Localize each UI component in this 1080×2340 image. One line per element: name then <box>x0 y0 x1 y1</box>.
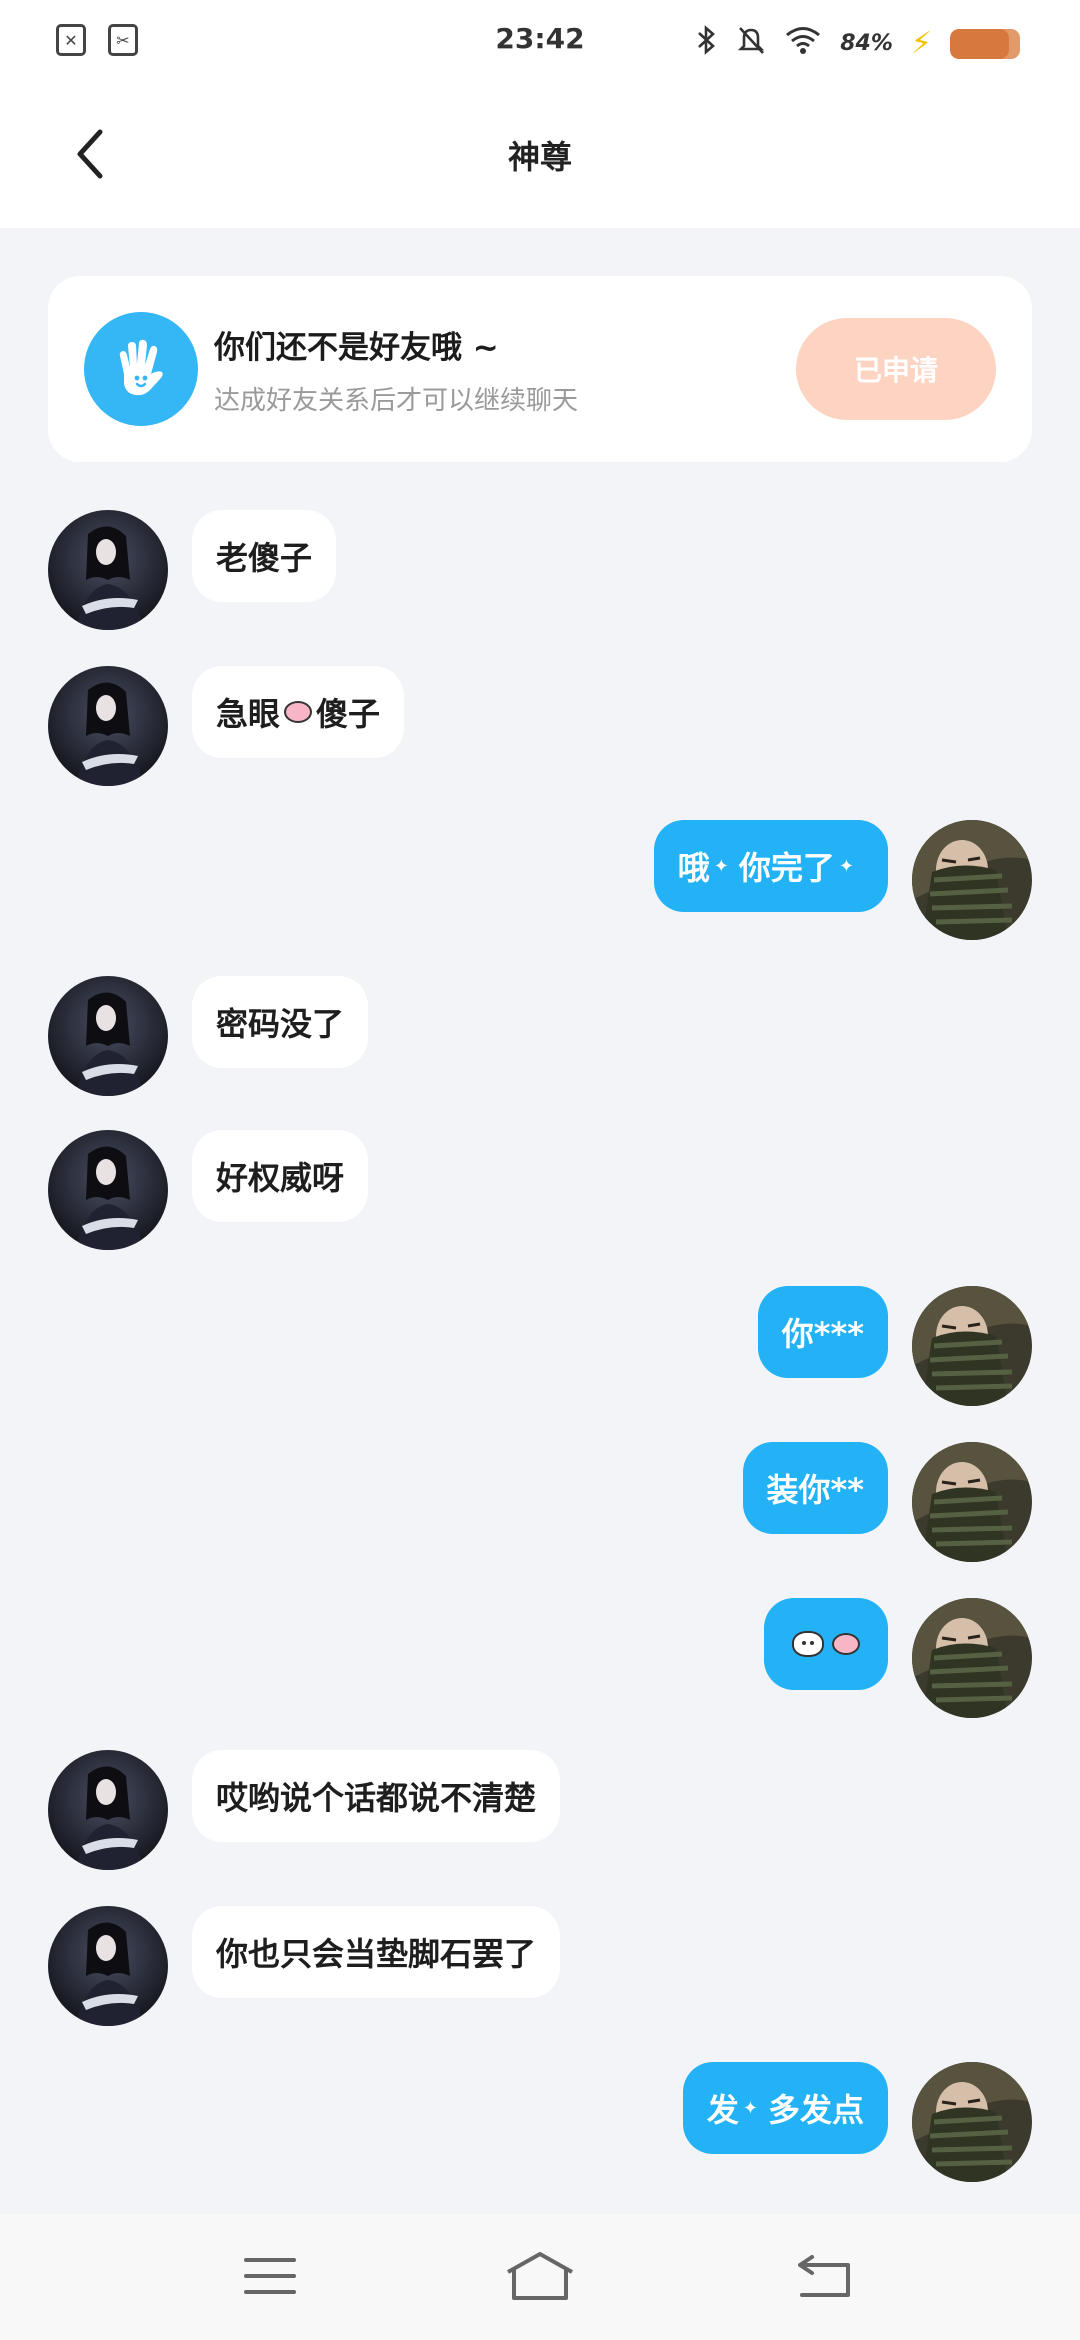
home-button[interactable] <box>500 2244 580 2308</box>
battery-percent: 84% <box>840 31 893 56</box>
sparkle-icon: ✦ <box>838 855 854 877</box>
contact-avatar[interactable] <box>48 1906 168 2026</box>
message-bubble-outgoing[interactable]: 哦 ✦ 你完了 ✦ <box>653 820 888 912</box>
message-bubble-incoming[interactable]: 密码没了 <box>192 976 369 1068</box>
contact-avatar[interactable] <box>48 666 168 786</box>
my-avatar[interactable] <box>912 1286 1032 1406</box>
message-bubble-incoming[interactable]: 哎哟说个话都说不清楚 <box>192 1750 561 1842</box>
my-avatar[interactable] <box>912 1442 1032 1562</box>
home-icon <box>507 2252 573 2300</box>
wave-hand-icon <box>84 312 198 426</box>
sparkle-icon: ✦ <box>742 2097 758 2119</box>
my-avatar[interactable] <box>912 1598 1032 1718</box>
wifi-icon <box>784 25 822 62</box>
charging-icon: ⚡ <box>910 26 932 61</box>
message-text: 你完了 <box>738 849 835 887</box>
contact-avatar[interactable] <box>48 1130 168 1250</box>
my-avatar[interactable] <box>912 2062 1032 2182</box>
message-text: 急眼 <box>216 695 281 733</box>
bluetooth-icon <box>696 24 718 63</box>
chat-header: 神尊 <box>0 84 1080 228</box>
message-text: 哦 <box>677 849 710 887</box>
battery-icon <box>950 28 1020 59</box>
message-text: 你也只会当垫脚石罢了 <box>216 1935 537 1973</box>
mute-icon <box>736 24 766 63</box>
friend-card-title: 你们还不是好友哦 ~ <box>214 330 499 366</box>
battery-fill <box>950 28 1009 59</box>
blush-emoji-icon <box>284 701 313 723</box>
system-nav-bar <box>0 2214 1080 2340</box>
message-bubble-outgoing[interactable]: 装你** <box>742 1442 888 1534</box>
back-nav-button[interactable] <box>784 2244 864 2308</box>
chat-screen: ✕ ✂ 23:42 84% ⚡ 神尊 你们还不是好友哦 ~ 达成好友关系后才可以… <box>0 0 1080 2340</box>
contact-avatar[interactable] <box>48 976 168 1096</box>
contact-avatar[interactable] <box>48 510 168 630</box>
menu-icon <box>244 2258 296 2294</box>
status-right-icons: 84% ⚡ <box>696 24 1020 63</box>
blush-emoji-icon <box>832 1633 860 1655</box>
message-text: 你*** <box>781 1315 864 1353</box>
status-bar: ✕ ✂ 23:42 84% ⚡ <box>0 0 1080 84</box>
contact-avatar[interactable] <box>48 1750 168 1870</box>
message-bubble-incoming[interactable]: 你也只会当垫脚石罢了 <box>192 1906 561 1998</box>
friend-card-subtitle: 达成好友关系后才可以继续聊天 <box>214 386 579 416</box>
message-text: 密码没了 <box>216 1005 345 1043</box>
message-bubble-incoming[interactable]: 老傻子 <box>192 510 337 602</box>
menu-button[interactable] <box>230 2244 310 2308</box>
message-bubble-incoming[interactable]: 好权威呀 <box>192 1130 369 1222</box>
friend-request-card: 你们还不是好友哦 ~ 达成好友关系后才可以继续聊天 已申请 <box>48 276 1032 462</box>
message-text: 老傻子 <box>216 539 313 577</box>
message-text: 哎哟说个话都说不清楚 <box>216 1779 537 1817</box>
back-icon <box>798 2255 850 2297</box>
sparkle-icon: ✦ <box>713 855 729 877</box>
message-bubble-outgoing[interactable]: 你*** <box>757 1286 888 1378</box>
message-bubble-outgoing[interactable] <box>764 1598 888 1690</box>
message-text: 发 <box>706 2091 739 2129</box>
my-avatar[interactable] <box>912 820 1032 940</box>
message-text: 傻子 <box>316 695 381 733</box>
face-emoji-icon <box>792 1631 824 1657</box>
message-bubble-outgoing[interactable]: 发 ✦ 多发点 <box>682 2062 888 2154</box>
message-text: 好权威呀 <box>216 1159 345 1197</box>
message-text: 装你** <box>766 1471 864 1509</box>
requested-button[interactable]: 已申请 <box>796 318 996 420</box>
message-text: 多发点 <box>767 2091 864 2129</box>
message-bubble-incoming[interactable]: 急眼 傻子 <box>192 666 405 758</box>
page-title: 神尊 <box>507 138 572 176</box>
